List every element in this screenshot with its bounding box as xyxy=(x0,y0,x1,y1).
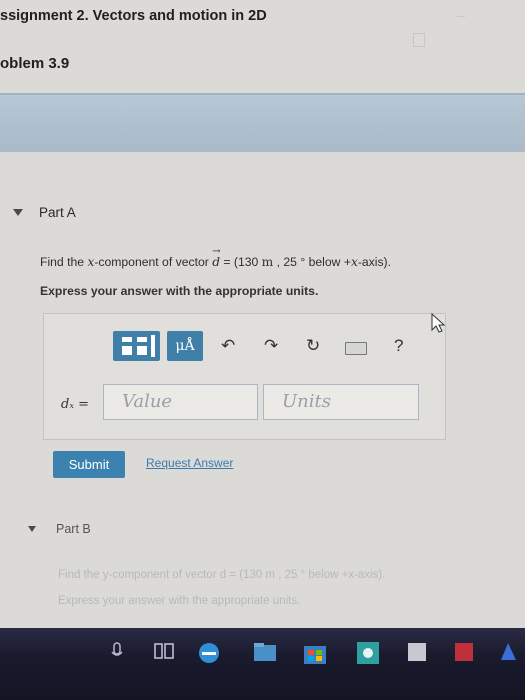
matrix-cell xyxy=(137,337,147,342)
value-input[interactable]: Value xyxy=(103,384,258,420)
keyboard-icon[interactable] xyxy=(345,342,367,355)
mouse-cursor-icon xyxy=(431,312,446,333)
store-icon[interactable] xyxy=(302,640,328,666)
problem-page: ssignment 2. Vectors and motion in 2D ob… xyxy=(0,0,525,700)
units-symbols-button[interactable]: μÅ xyxy=(167,331,203,361)
part-b-instruction: Express your answer with the appropriate… xyxy=(58,595,301,607)
file-explorer-icon[interactable] xyxy=(252,640,278,664)
part-b-question: Find the y-component of vector d = (130 … xyxy=(58,569,386,581)
blue-app-icon[interactable] xyxy=(498,640,520,664)
collapse-triangle-icon[interactable] xyxy=(13,209,23,216)
os-taskbar xyxy=(0,628,525,700)
matrix-cell xyxy=(137,346,147,355)
part-b-header[interactable]: Part B xyxy=(28,522,91,536)
answer-box xyxy=(43,313,446,440)
app-tile-icon[interactable] xyxy=(405,640,429,664)
q-end: -axis). xyxy=(357,255,392,269)
app-icon[interactable] xyxy=(355,640,381,666)
q-axis: x xyxy=(350,255,358,269)
q-mid: -component of vector xyxy=(94,255,213,269)
redo-icon[interactable]: ↷ xyxy=(264,336,278,356)
part-a-instruction: Express your answer with the appropriate… xyxy=(40,284,319,298)
part-a-question: Find the x -component of vector d → = (130… xyxy=(40,246,392,269)
templates-button[interactable] xyxy=(113,331,160,361)
collapse-triangle-icon[interactable] xyxy=(28,526,36,532)
value-placeholder: Value xyxy=(122,391,173,412)
problem-title: oblem 3.9 xyxy=(0,55,70,72)
task-view-icon[interactable] xyxy=(153,640,175,662)
assignment-title: ssignment 2. Vectors and motion in 2D xyxy=(0,8,267,24)
matrix-icon xyxy=(122,337,132,342)
faint-line-icon xyxy=(457,16,465,23)
q-rest: , 25 ° below + xyxy=(273,255,351,269)
undo-icon[interactable]: ↶ xyxy=(221,336,235,356)
microphone-icon[interactable] xyxy=(108,640,126,662)
answer-variable-label: dₓ = xyxy=(61,397,89,412)
units-input[interactable]: Units xyxy=(263,384,419,420)
reset-icon[interactable]: ↻ xyxy=(306,336,320,356)
part-b-label: Part B xyxy=(56,522,91,536)
vector-arrow-icon: → xyxy=(212,246,221,257)
request-answer-link[interactable]: Request Answer xyxy=(146,456,233,470)
red-app-icon[interactable] xyxy=(452,640,476,664)
submit-button[interactable]: Submit xyxy=(53,451,125,478)
q-vector: d → xyxy=(212,246,220,269)
matrix-cell xyxy=(122,346,132,355)
units-placeholder: Units xyxy=(282,391,331,412)
part-a-header[interactable]: Part A xyxy=(13,205,76,220)
help-icon[interactable]: ? xyxy=(394,336,403,356)
q-prefix: Find the xyxy=(40,255,88,269)
part-a-label: Part A xyxy=(39,205,76,220)
q-unit: m xyxy=(261,255,274,269)
matrix-cell xyxy=(151,335,155,357)
header-band xyxy=(0,93,525,152)
edge-browser-icon[interactable] xyxy=(196,640,222,666)
q-eq: = (130 xyxy=(220,255,262,269)
q-vector-letter: d xyxy=(212,255,220,269)
faint-page-icon xyxy=(413,33,425,47)
